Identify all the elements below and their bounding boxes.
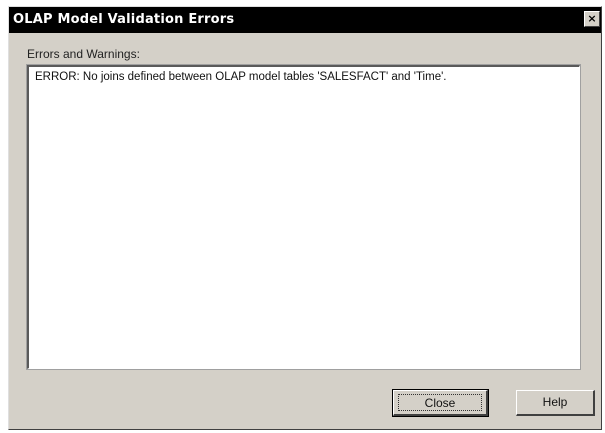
dialog-title: OLAP Model Validation Errors bbox=[13, 12, 235, 27]
close-button[interactable]: Close bbox=[392, 389, 489, 417]
validation-errors-dialog: OLAP Model Validation Errors × Errors an… bbox=[8, 6, 602, 430]
close-button-label: Close bbox=[398, 394, 482, 411]
title-bar[interactable]: OLAP Model Validation Errors × bbox=[9, 7, 601, 33]
help-button[interactable]: Help bbox=[516, 390, 595, 416]
errors-and-warnings-label: Errors and Warnings: bbox=[27, 47, 140, 61]
close-icon[interactable]: × bbox=[584, 11, 600, 27]
errors-list-box[interactable]: ERROR: No joins defined between OLAP mod… bbox=[26, 64, 581, 370]
list-item[interactable]: ERROR: No joins defined between OLAP mod… bbox=[35, 71, 446, 83]
